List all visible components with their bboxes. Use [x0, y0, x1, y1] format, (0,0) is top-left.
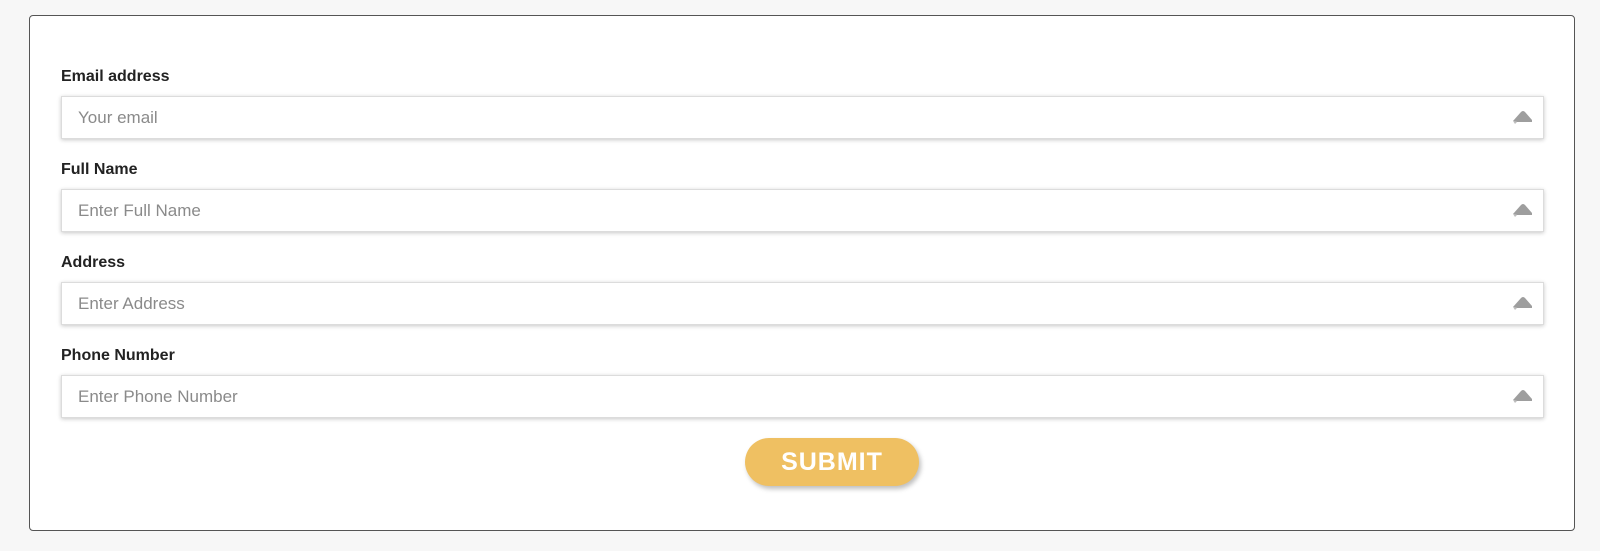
submit-row: SUBMIT	[61, 438, 1544, 488]
address-field[interactable]	[61, 282, 1544, 325]
full-name-field-wrapper	[61, 189, 1544, 232]
form-card: Email address Full Name Address Phone	[29, 15, 1575, 531]
full-name-field[interactable]	[61, 189, 1544, 232]
autofill-icon[interactable]	[1512, 295, 1534, 311]
email-label: Email address	[61, 68, 170, 85]
autofill-icon[interactable]	[1512, 388, 1534, 404]
phone-number-field-wrapper	[61, 375, 1544, 418]
address-field-wrapper	[61, 282, 1544, 325]
email-field[interactable]	[61, 96, 1544, 139]
contact-form: Email address Full Name Address Phone	[61, 67, 1544, 488]
phone-number-label: Phone Number	[61, 347, 175, 364]
submit-button[interactable]: SUBMIT	[745, 438, 919, 486]
address-label: Address	[61, 254, 126, 271]
autofill-icon[interactable]	[1512, 202, 1534, 218]
phone-number-field[interactable]	[61, 375, 1544, 418]
autofill-icon[interactable]	[1512, 109, 1534, 125]
email-field-wrapper	[61, 96, 1544, 139]
full-name-label: Full Name	[61, 161, 138, 178]
